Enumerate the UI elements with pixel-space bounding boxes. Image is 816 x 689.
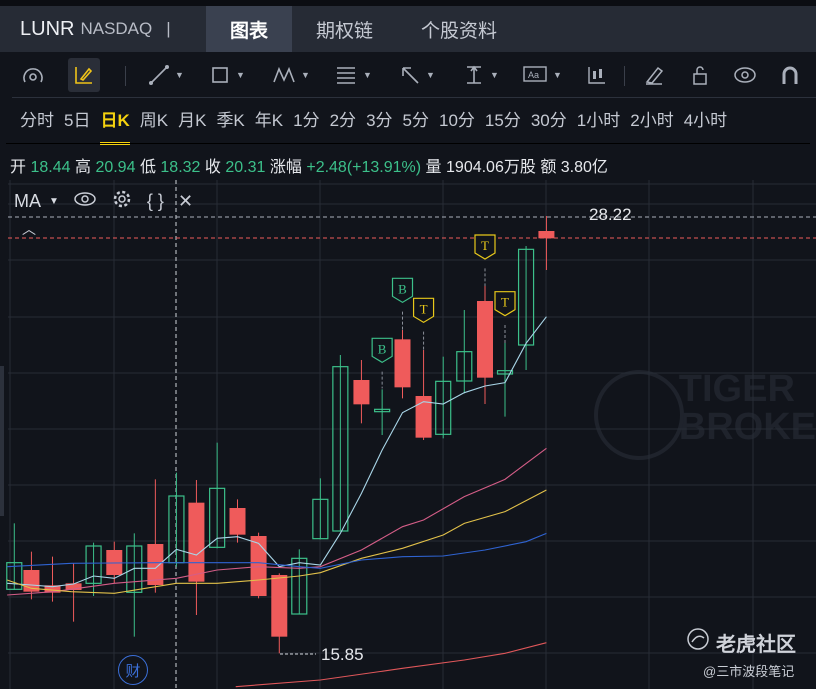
candle-body	[394, 339, 411, 388]
period-4[interactable]: 月K	[178, 106, 206, 131]
low-label: 低	[139, 159, 156, 176]
brand-name: 老虎社区	[716, 633, 796, 656]
period-11[interactable]: 10分	[439, 106, 475, 131]
amount-label: 额	[540, 159, 557, 176]
close-icon[interactable]: ✕	[178, 191, 193, 212]
period-7[interactable]: 1分	[293, 106, 319, 131]
tab-stock-profile[interactable]: 个股资料	[397, 6, 521, 52]
period-13[interactable]: 30分	[531, 106, 567, 131]
change-value: +2.48(+13.91%)	[306, 159, 422, 176]
earnings-badge[interactable]: 财	[118, 655, 148, 685]
trade-marker-label: B	[378, 341, 387, 356]
volume-value: 1904.06万股	[446, 159, 536, 176]
lock-icon[interactable]	[686, 58, 714, 92]
candle-body	[229, 508, 246, 535]
period-selector: 分时 5日 日K 周K 月K 季K 年K 1分 2分 3分 5分 10分 15分 30分 1小时 2小时 4小时	[20, 106, 737, 145]
collapse-chevron-up-icon[interactable]: ︿	[22, 219, 36, 239]
settings-gear-icon[interactable]	[111, 188, 133, 215]
text-annotation-icon[interactable]: Aa ▼	[518, 58, 566, 92]
indicator-dropdown-icon[interactable]: ▼	[49, 196, 59, 207]
open-value: 18.44	[30, 159, 71, 176]
eraser-icon[interactable]	[640, 58, 668, 92]
pattern-icon[interactable]: ▼	[268, 58, 314, 92]
candle-body	[188, 502, 205, 582]
periods-divider	[6, 143, 810, 144]
author-handle: @三市波段笔记	[703, 664, 795, 679]
symbol-ticker: LUNR	[20, 17, 75, 40]
indicator-gauge-icon[interactable]	[18, 58, 48, 92]
tiger-community-logo-icon	[686, 627, 710, 657]
symbol-info: LUNR NASDAQ |	[0, 6, 206, 52]
candle-body	[477, 301, 493, 378]
tab-options-chain[interactable]: 期权链	[292, 6, 397, 52]
fibonacci-icon[interactable]: ▼	[330, 58, 376, 92]
header-divider: |	[166, 19, 171, 38]
period-6[interactable]: 年K	[255, 106, 283, 131]
period-16[interactable]: 4小时	[684, 106, 727, 131]
toolbar-divider	[12, 97, 816, 98]
code-braces-icon[interactable]: { }	[147, 191, 164, 212]
high-value: 20.94	[95, 159, 136, 176]
drawing-toolbar: ▼ ▼ ▼ ▼ ▼ ▼ Aa ▼	[0, 58, 816, 94]
toolbar-separator	[624, 66, 625, 86]
candle-body	[538, 231, 555, 239]
trade-marker-label: T	[420, 301, 428, 316]
trade-marker-label: T	[501, 295, 509, 310]
quote-summary: 开 18.44 高 20.94 低 18.32 收 20.31 涨幅 +2.48…	[10, 153, 608, 177]
visibility-icon[interactable]	[730, 58, 760, 92]
tab-chart[interactable]: 图表	[206, 6, 293, 52]
period-3[interactable]: 周K	[140, 106, 168, 131]
close-label: 收	[204, 159, 221, 176]
arrow-icon[interactable]: ▼	[394, 58, 440, 92]
period-2[interactable]: 日K	[100, 106, 131, 145]
indicator-bar: MA ▼ { } ✕	[14, 188, 193, 215]
header-bar: LUNR NASDAQ | 图表 期权链 个股资料	[0, 6, 816, 52]
period-8[interactable]: 2分	[330, 106, 356, 131]
period-15[interactable]: 2小时	[630, 106, 673, 131]
svg-text:Aa: Aa	[528, 70, 539, 80]
toolbar-separator	[125, 66, 126, 86]
candle-body	[147, 544, 164, 585]
close-value: 20.31	[225, 159, 266, 176]
measure-icon[interactable]: ▼	[458, 58, 504, 92]
candle-body	[250, 536, 267, 596]
candlestick-chart[interactable]: BBTTT	[0, 180, 816, 689]
high-price-marker: 28.22	[589, 205, 632, 224]
change-label: 涨幅	[269, 159, 302, 176]
indicator-name[interactable]: MA	[14, 191, 41, 212]
low-price-marker: 15.85	[321, 645, 364, 664]
candle-body	[353, 380, 370, 405]
rectangle-icon[interactable]: ▼	[205, 58, 249, 92]
trend-line-icon[interactable]: ▼	[144, 58, 188, 92]
symbol-exchange: NASDAQ	[80, 19, 153, 38]
high-label: 高	[74, 159, 91, 176]
period-9[interactable]: 3分	[366, 106, 392, 131]
magnet-icon[interactable]	[776, 58, 804, 92]
trade-marker-label: T	[481, 238, 489, 253]
eye-icon[interactable]	[73, 190, 97, 213]
volume-label: 量	[425, 159, 442, 176]
period-0[interactable]: 分时	[20, 106, 54, 131]
ma60-line	[235, 642, 547, 688]
period-10[interactable]: 5分	[403, 106, 429, 131]
period-14[interactable]: 1小时	[577, 106, 620, 131]
period-12[interactable]: 15分	[485, 106, 521, 131]
candle-body	[271, 575, 288, 637]
open-label: 开	[10, 159, 27, 176]
period-5[interactable]: 季K	[216, 106, 244, 131]
ma10-line	[7, 447, 547, 596]
side-panel-handle[interactable]	[0, 366, 4, 516]
amount-value: 3.80亿	[560, 159, 608, 176]
draw-pen-icon[interactable]	[68, 58, 100, 92]
candle-style-icon[interactable]	[584, 58, 610, 92]
low-value: 18.32	[160, 159, 201, 176]
community-brand: 老虎社区	[686, 627, 796, 657]
period-1[interactable]: 5日	[64, 106, 90, 131]
trade-marker-label: B	[398, 281, 407, 296]
